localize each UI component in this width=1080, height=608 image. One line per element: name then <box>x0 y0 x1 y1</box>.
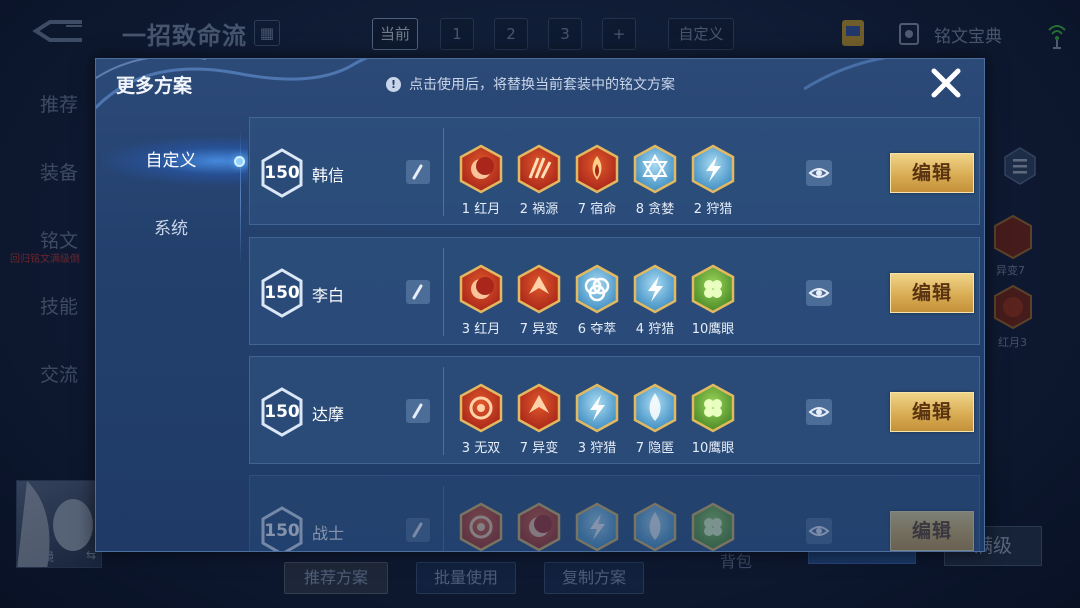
preview-eye-icon[interactable] <box>806 399 832 425</box>
more-plans-modal: 更多方案 ! 点击使用后，将替换当前套装中的铭文方案 自定义 系统 150 韩信 1… <box>95 58 985 552</box>
clover-rune-icon[interactable] <box>690 264 736 314</box>
clover-rune-icon[interactable] <box>690 383 736 433</box>
plan-name: 韩信 <box>312 166 345 185</box>
edit-button[interactable]: 编辑 <box>890 153 974 193</box>
knot-rune-icon[interactable] <box>574 264 620 314</box>
drop-rune-icon[interactable] <box>632 502 678 551</box>
rune-label: 10鹰眼 <box>691 441 735 456</box>
tab-system-plans[interactable]: 系统 <box>96 207 246 251</box>
edit-button[interactable]: 编辑 <box>890 273 974 313</box>
moon-rune-icon[interactable] <box>458 144 504 194</box>
rune-level: 150 <box>264 283 300 303</box>
row-divider <box>443 128 444 216</box>
row-divider <box>443 367 444 455</box>
arrow-rune-icon[interactable] <box>516 383 562 433</box>
lightning-rune-icon[interactable] <box>632 264 678 314</box>
rename-pen-icon[interactable] <box>406 280 430 304</box>
active-tab-indicator <box>234 156 245 167</box>
preview-eye-icon[interactable] <box>806 160 832 186</box>
modal-title: 更多方案 <box>116 75 193 97</box>
plan-name: 战士 <box>312 524 345 543</box>
rune-label: 2 狩猎 <box>693 202 733 217</box>
swirl-rune-icon[interactable] <box>458 502 504 551</box>
edit-button[interactable]: 编辑 <box>890 392 974 432</box>
lightning-rune-icon[interactable] <box>574 383 620 433</box>
plan-name: 达摩 <box>312 405 345 424</box>
info-text: 点击使用后，将替换当前套装中的铭文方案 <box>409 77 675 93</box>
plan-name: 李白 <box>312 286 345 305</box>
rename-pen-icon[interactable] <box>406 399 430 423</box>
info-icon: ! <box>386 76 401 92</box>
claw-rune-icon[interactable] <box>516 144 562 194</box>
moon-rune-icon[interactable] <box>458 264 504 314</box>
rune-level: 150 <box>264 163 300 183</box>
rename-pen-icon[interactable] <box>406 518 430 542</box>
drop-rune-icon[interactable] <box>632 383 678 433</box>
lightning-rune-icon[interactable] <box>690 144 736 194</box>
plan-row[interactable]: 150 韩信 1 红月 2 祸源 7 宿命 8 贪婪 2 狩猎 编辑 <box>249 117 980 225</box>
lightning-rune-icon[interactable] <box>574 502 620 551</box>
swirl-rune-icon[interactable] <box>458 383 504 433</box>
plan-row[interactable]: 150 达摩 3 无双 7 异变 3 狩猎 7 隐匿 10鹰眼 编辑 <box>249 356 980 464</box>
info-notice: ! 点击使用后，将替换当前套装中的铭文方案 <box>386 74 675 94</box>
moon-rune-icon[interactable] <box>516 502 562 551</box>
close-x-icon[interactable] <box>926 63 966 103</box>
arrow-rune-icon[interactable] <box>516 264 562 314</box>
clover-rune-icon[interactable] <box>690 502 736 551</box>
flame-rune-icon[interactable] <box>574 144 620 194</box>
star-rune-icon[interactable] <box>632 144 678 194</box>
rune-level: 150 <box>264 402 300 422</box>
preview-eye-icon[interactable] <box>806 280 832 306</box>
plan-row[interactable]: 150 李白 3 红月 7 异变 6 夺萃 4 狩猎 10鹰眼 编辑 <box>249 237 980 345</box>
plan-row[interactable]: 150 战士 编辑 <box>249 475 980 551</box>
rename-pen-icon[interactable] <box>406 160 430 184</box>
preview-eye-icon[interactable] <box>806 518 832 544</box>
rune-label: 10鹰眼 <box>691 322 735 337</box>
row-divider <box>443 486 444 551</box>
row-divider <box>443 248 444 336</box>
tab-custom-plans[interactable]: 自定义 <box>96 139 246 183</box>
rune-level: 150 <box>264 521 300 541</box>
edit-button[interactable]: 编辑 <box>890 511 974 551</box>
